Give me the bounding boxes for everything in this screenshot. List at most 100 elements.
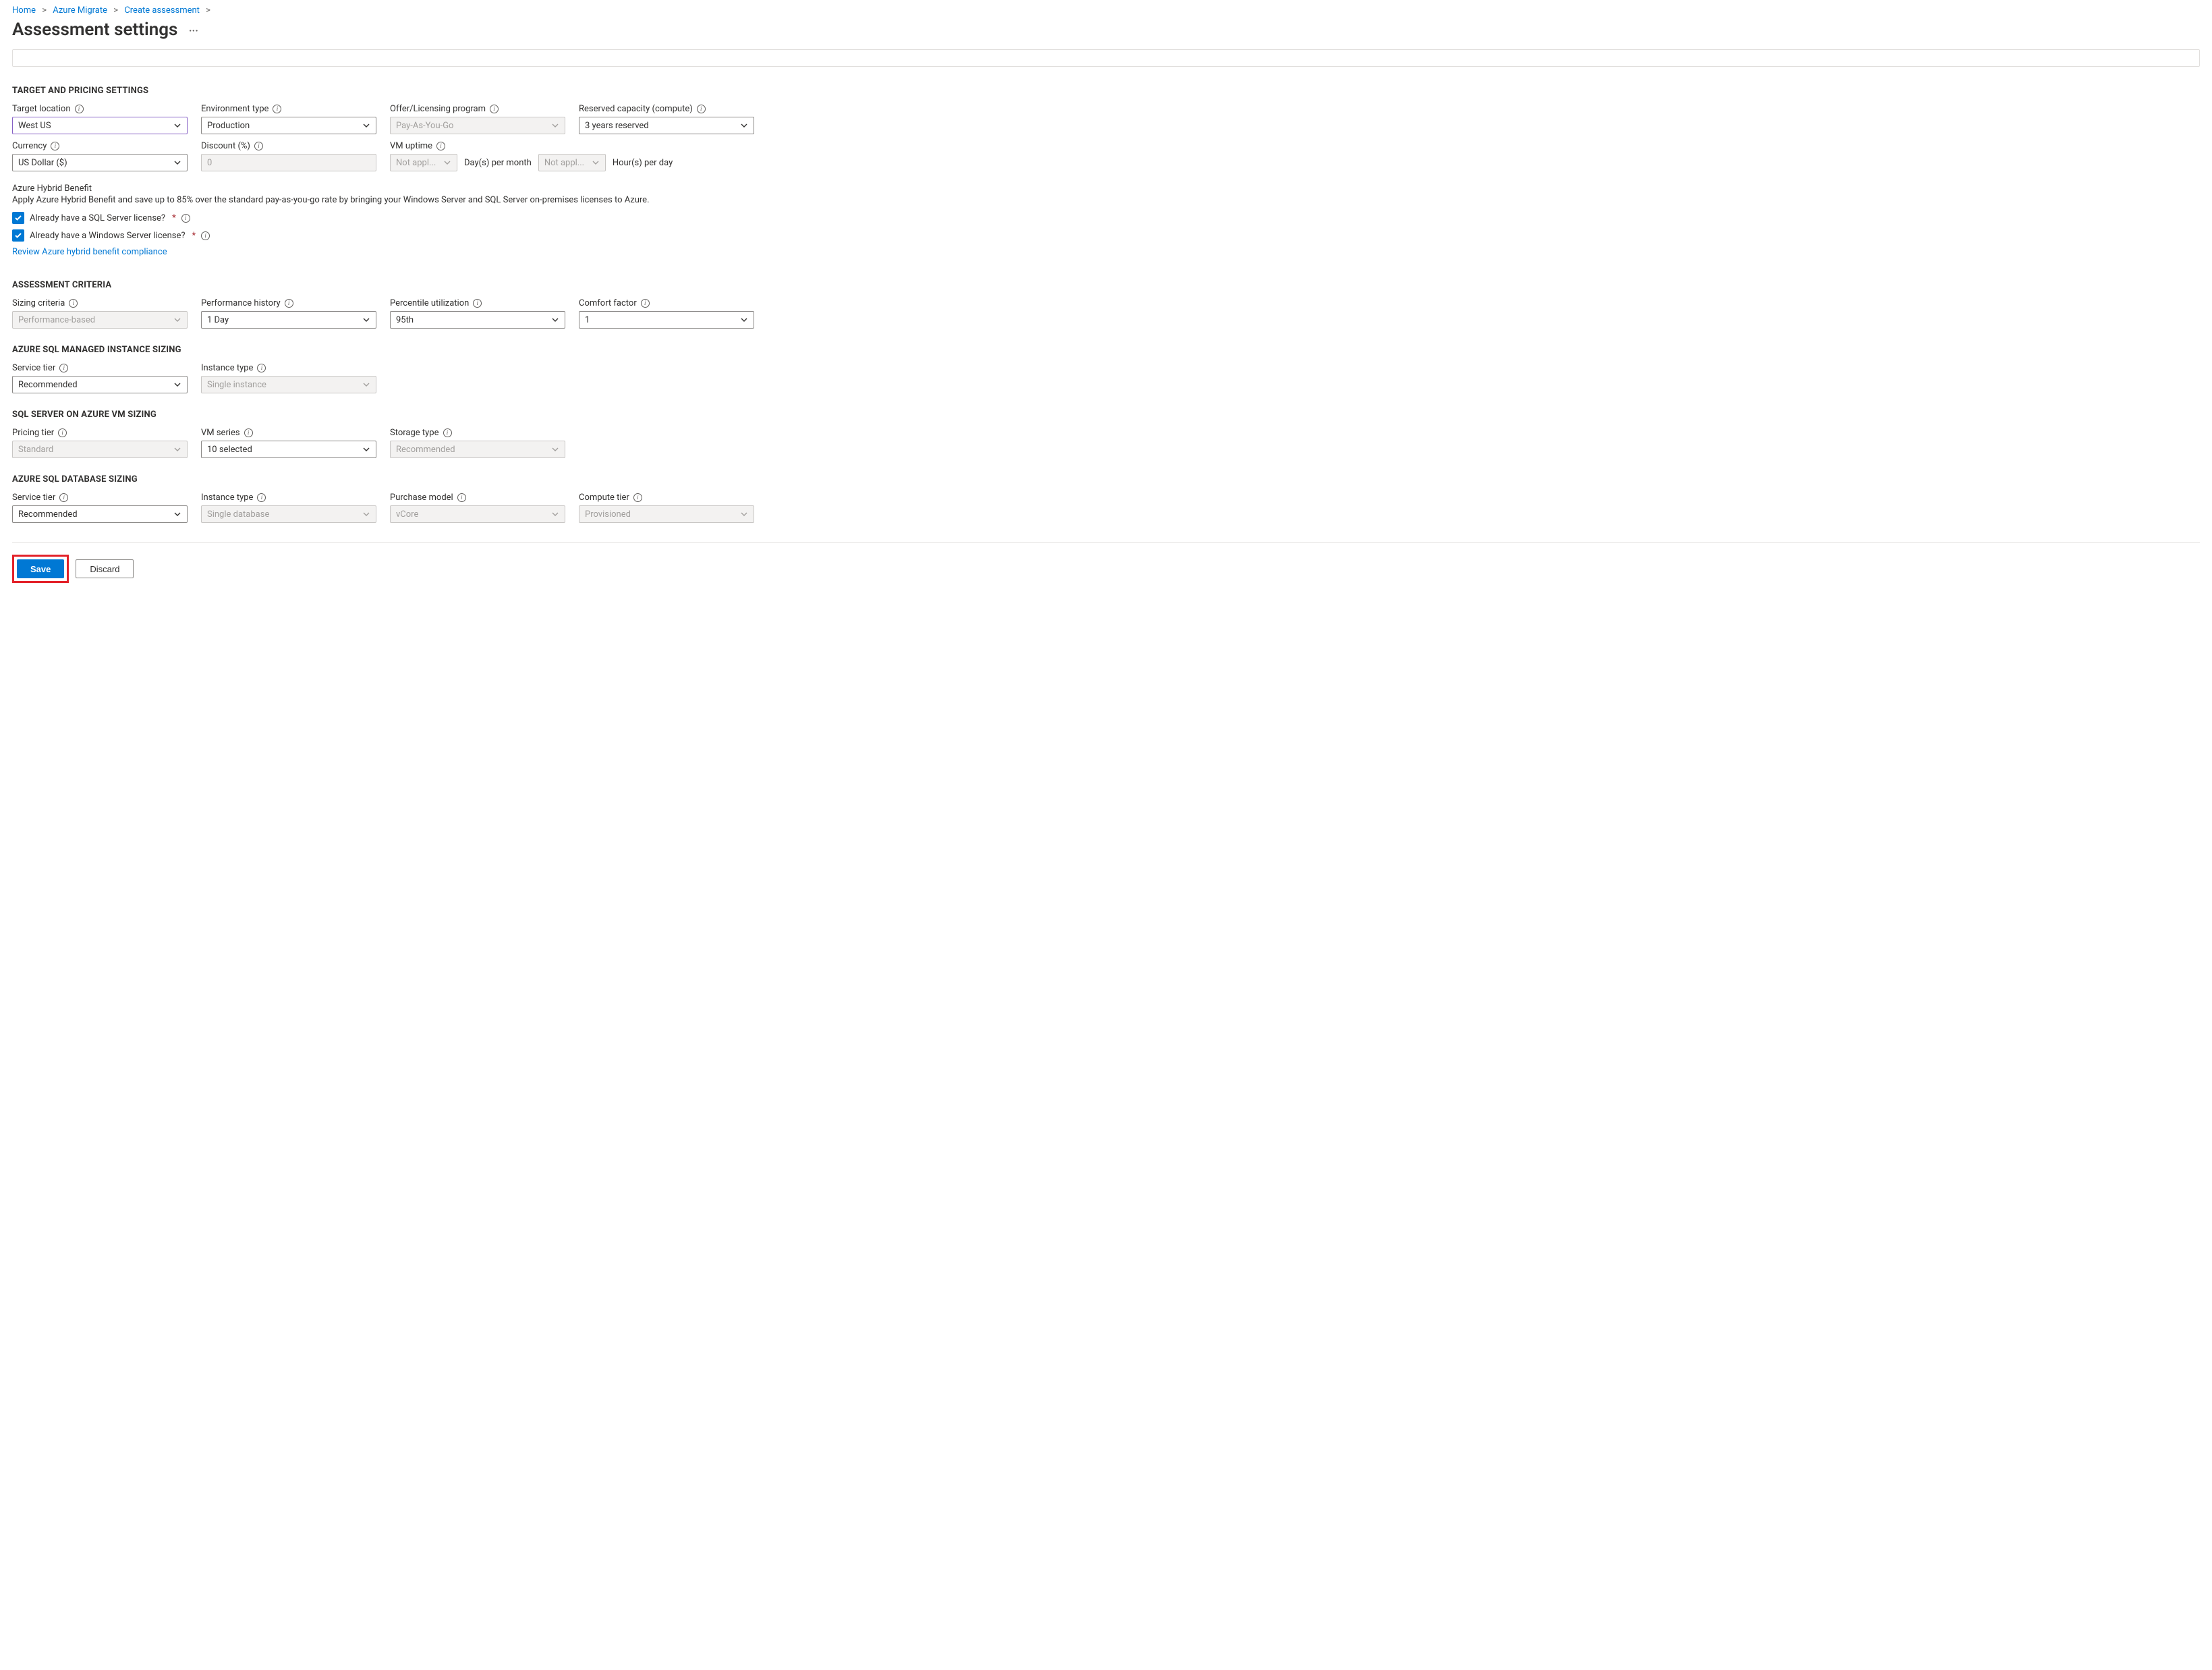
db-compute-tier-select: Provisioned (579, 505, 754, 523)
chevron-down-icon (551, 445, 559, 453)
comfort-factor-select[interactable]: 1 (579, 311, 754, 329)
chevron-down-icon (362, 316, 370, 324)
windows-license-label: Already have a Windows Server license? (30, 231, 186, 241)
label-percentile-utilization: Percentile utilization i (390, 298, 565, 308)
info-icon[interactable]: i (244, 428, 253, 437)
db-instance-type-select: Single database (201, 505, 376, 523)
label-discount: Discount (%) i (201, 141, 376, 151)
info-icon[interactable]: i (443, 428, 452, 437)
vm-uptime-hours-label: Hour(s) per day (613, 158, 673, 168)
breadcrumb-sep: > (202, 5, 215, 16)
db-purchase-model-select: vCore (390, 505, 565, 523)
percentile-utilization-select[interactable]: 95th (390, 311, 565, 329)
chevron-down-icon (592, 159, 600, 167)
info-icon[interactable]: i (641, 299, 650, 308)
vm-pricing-tier-select: Standard (12, 441, 188, 458)
discard-button[interactable]: Discard (76, 559, 134, 578)
breadcrumb-azure-migrate[interactable]: Azure Migrate (53, 5, 107, 16)
label-vm-uptime: VM uptime i (390, 141, 754, 151)
vm-storage-type-select: Recommended (390, 441, 565, 458)
info-icon[interactable]: i (59, 364, 68, 372)
info-icon[interactable]: i (59, 493, 68, 502)
label-mi-service-tier: Service tier i (12, 363, 188, 373)
required-marker: * (191, 231, 196, 241)
info-icon[interactable]: i (51, 142, 59, 150)
sql-license-checkbox[interactable] (12, 212, 24, 224)
section-vm-sizing: SQL SERVER ON AZURE VM SIZING (12, 410, 2200, 420)
label-mi-instance-type: Instance type i (201, 363, 376, 373)
label-db-service-tier: Service tier i (12, 493, 188, 503)
info-icon[interactable]: i (58, 428, 67, 437)
info-icon[interactable]: i (257, 493, 266, 502)
label-vm-storage-type: Storage type i (390, 428, 565, 438)
info-icon[interactable]: i (633, 493, 642, 502)
offer-program-select: Pay-As-You-Go (390, 117, 565, 134)
chevron-down-icon (173, 381, 181, 389)
info-icon[interactable]: i (273, 105, 281, 113)
chevron-down-icon (173, 316, 181, 324)
chevron-down-icon (362, 445, 370, 453)
label-offer-program: Offer/Licensing program i (390, 104, 565, 114)
vm-uptime-days-label: Day(s) per month (464, 158, 532, 168)
discount-input: 0 (201, 154, 376, 171)
info-icon[interactable]: i (69, 299, 78, 308)
currency-select[interactable]: US Dollar ($) (12, 154, 188, 171)
hybrid-benefit-desc: Apply Azure Hybrid Benefit and save up t… (12, 195, 2200, 205)
windows-license-checkbox[interactable] (12, 229, 24, 242)
breadcrumb-sep: > (109, 5, 122, 16)
review-hybrid-compliance-link[interactable]: Review Azure hybrid benefit compliance (12, 247, 167, 257)
info-icon[interactable]: i (436, 142, 445, 150)
chevron-down-icon (362, 121, 370, 130)
breadcrumb: Home > Azure Migrate > Create assessment… (12, 5, 2200, 16)
info-icon[interactable]: i (257, 364, 266, 372)
more-icon[interactable]: ··· (182, 24, 198, 37)
save-button[interactable]: Save (17, 559, 64, 578)
info-icon[interactable]: i (457, 493, 466, 502)
label-db-compute-tier: Compute tier i (579, 493, 754, 503)
label-performance-history: Performance history i (201, 298, 376, 308)
chevron-down-icon (362, 381, 370, 389)
chevron-down-icon (740, 316, 748, 324)
breadcrumb-sep: > (38, 5, 51, 16)
db-service-tier-select[interactable]: Recommended (12, 505, 188, 523)
label-comfort-factor: Comfort factor i (579, 298, 754, 308)
breadcrumb-home[interactable]: Home (12, 5, 36, 16)
label-db-instance-type: Instance type i (201, 493, 376, 503)
info-icon[interactable]: i (201, 231, 210, 240)
chevron-down-icon (173, 159, 181, 167)
label-currency: Currency i (12, 141, 188, 151)
section-db-sizing: AZURE SQL DATABASE SIZING (12, 474, 2200, 484)
info-icon[interactable]: i (490, 105, 499, 113)
label-target-location: Target location i (12, 104, 188, 114)
chevron-down-icon (173, 445, 181, 453)
page-title: Assessment settings ··· (12, 20, 2200, 40)
section-assessment-criteria: ASSESSMENT CRITERIA (12, 280, 2200, 290)
chevron-down-icon (740, 510, 748, 518)
info-icon[interactable]: i (697, 105, 706, 113)
sizing-criteria-select: Performance-based (12, 311, 188, 329)
label-sizing-criteria: Sizing criteria i (12, 298, 188, 308)
chevron-down-icon (362, 510, 370, 518)
environment-type-select[interactable]: Production (201, 117, 376, 134)
info-icon[interactable]: i (473, 299, 482, 308)
hybrid-benefit-title: Azure Hybrid Benefit (12, 184, 2200, 194)
chevron-down-icon (551, 316, 559, 324)
required-marker: * (171, 213, 176, 223)
vm-uptime-days-select: Not appl... (390, 154, 457, 171)
reserved-capacity-select[interactable]: 3 years reserved (579, 117, 754, 134)
info-icon[interactable]: i (181, 214, 190, 223)
label-vm-series: VM series i (201, 428, 376, 438)
info-icon[interactable]: i (254, 142, 263, 150)
vm-uptime-hours-select: Not appl... (538, 154, 606, 171)
section-mi-sizing: AZURE SQL MANAGED INSTANCE SIZING (12, 345, 2200, 355)
label-vm-pricing-tier: Pricing tier i (12, 428, 188, 438)
performance-history-select[interactable]: 1 Day (201, 311, 376, 329)
section-target-pricing: TARGET AND PRICING SETTINGS (12, 86, 2200, 96)
info-icon[interactable]: i (285, 299, 293, 308)
breadcrumb-create-assessment[interactable]: Create assessment (124, 5, 200, 16)
label-environment-type: Environment type i (201, 104, 376, 114)
mi-service-tier-select[interactable]: Recommended (12, 376, 188, 393)
info-icon[interactable]: i (75, 105, 84, 113)
vm-series-select[interactable]: 10 selected (201, 441, 376, 458)
target-location-select[interactable]: West US (12, 117, 188, 134)
